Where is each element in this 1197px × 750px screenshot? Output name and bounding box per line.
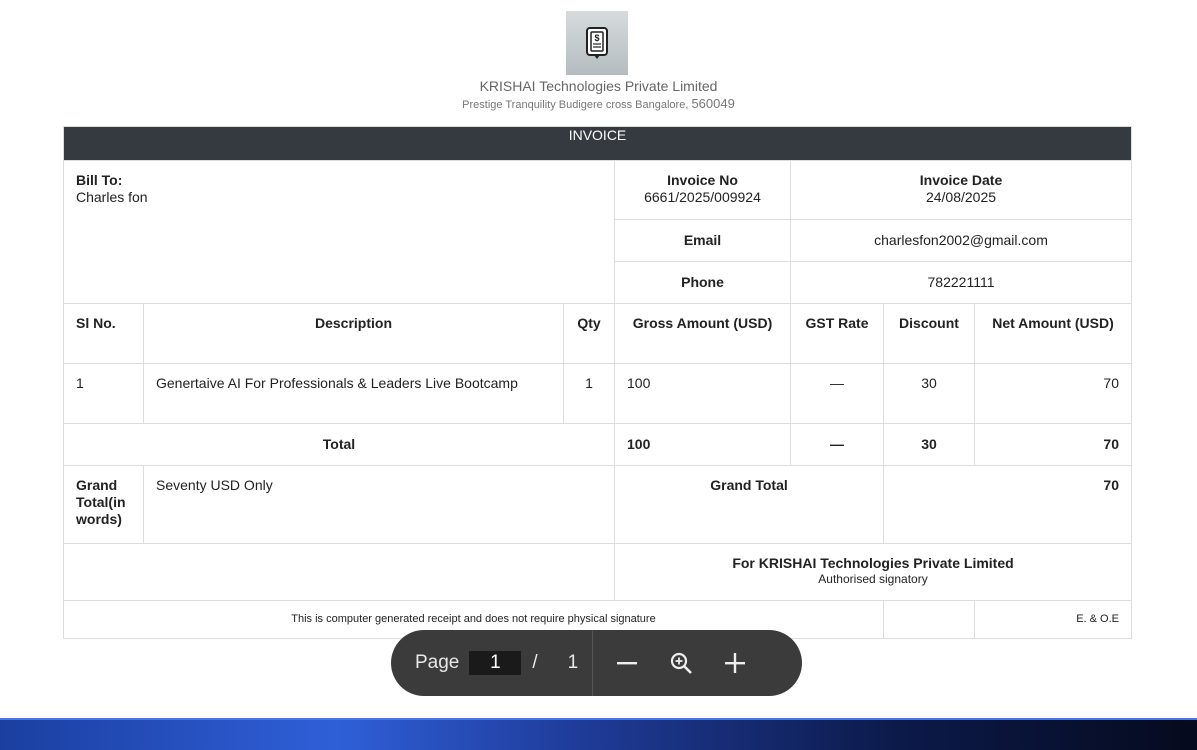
page-indicator: Page 1 / 1 — [391, 651, 592, 675]
phone-label: Phone — [614, 261, 791, 304]
col-header-gross-amount: Gross Amount (USD) — [614, 303, 791, 364]
totals-row: Total 100 — 30 70 — [63, 423, 1132, 466]
zoom-in-button[interactable] — [723, 651, 747, 675]
col-header-description: Description — [143, 303, 564, 364]
grand-total-row: Grand Total(in words) Seventy USD Only G… — [63, 465, 1132, 544]
grand-total-words: Seventy USD Only — [143, 465, 615, 544]
col-header-sl-no: Sl No. — [63, 303, 144, 364]
invoice-dollar-icon: $ — [586, 27, 608, 59]
invoice-heading: INVOICE — [63, 126, 1132, 161]
total-gst-rate: — — [790, 423, 884, 466]
company-name: KRISHAI Technologies Private Limited — [479, 78, 718, 94]
item-net-amount: 70 — [974, 363, 1132, 424]
pdf-toolbar: Page 1 / 1 — [391, 630, 802, 696]
invoice-no-label: Invoice No — [667, 172, 738, 188]
taskbar-edge — [0, 718, 1197, 720]
zoom-fit-button[interactable] — [669, 651, 693, 675]
invoice-no-value: 6661/2025/009924 — [644, 189, 761, 205]
bill-to-section: Bill To: Charles fon — [63, 160, 615, 304]
total-net-amount: 70 — [974, 423, 1132, 466]
col-header-discount: Discount — [883, 303, 975, 364]
bill-to-name: Charles fon — [76, 189, 148, 205]
invoice-date-cell: Invoice Date 24/08/2025 — [790, 160, 1132, 220]
footer-eoe: E. & O.E — [974, 600, 1132, 639]
zoom-icon — [670, 652, 692, 674]
item-qty: 1 — [563, 363, 615, 424]
item-gst-rate: — — [790, 363, 884, 424]
signatory-cell: For KRISHAI Technologies Private Limited… — [614, 543, 1132, 601]
signatory-title: Authorised signatory — [818, 572, 928, 586]
bill-to-label: Bill To: — [76, 172, 123, 188]
item-description: Genertaive AI For Professionals & Leader… — [143, 363, 564, 424]
minus-icon — [617, 662, 637, 665]
col-header-gst-rate: GST Rate — [790, 303, 884, 364]
total-discount: 30 — [883, 423, 975, 466]
company-address-text: Prestige Tranquility Budigere cross Bang… — [462, 99, 689, 111]
total-gross-amount: 100 — [614, 423, 791, 466]
grand-total-value: 70 — [883, 465, 1132, 544]
grand-total-label: Grand Total — [614, 465, 884, 544]
company-logo: $ — [566, 11, 628, 75]
invoice-date-value: 24/08/2025 — [925, 189, 997, 205]
grand-total-words-label: Grand Total(in words) — [63, 465, 144, 544]
total-pages: 1 — [567, 652, 579, 673]
total-label: Total — [63, 423, 615, 466]
company-pincode: 560049 — [691, 96, 735, 111]
signatory-row: For KRISHAI Technologies Private Limited… — [63, 543, 1132, 601]
item-gross-amount: 100 — [614, 363, 791, 424]
svg-text:$: $ — [594, 33, 599, 43]
signatory-company: For KRISHAI Technologies Private Limited — [732, 555, 1014, 571]
page-separator: / — [532, 652, 538, 673]
phone-value: 782221111 — [790, 261, 1132, 304]
os-taskbar — [0, 718, 1197, 750]
invoice-no-cell: Invoice No 6661/2025/009924 — [614, 160, 791, 220]
item-sl-no: 1 — [63, 363, 144, 424]
zoom-out-button[interactable] — [615, 651, 639, 675]
col-header-net-amount: Net Amount (USD) — [974, 303, 1132, 364]
plus-icon — [725, 653, 745, 673]
invoice-date-label: Invoice Date — [919, 172, 1003, 188]
page-label: Page — [415, 652, 460, 673]
item-discount: 30 — [883, 363, 975, 424]
email-value: charlesfon2002@gmail.com — [790, 219, 1132, 262]
table-row: 1 Genertaive AI For Professionals & Lead… — [63, 363, 1132, 424]
col-header-qty: Qty — [563, 303, 615, 364]
signatory-blank — [63, 543, 615, 601]
email-label: Email — [614, 219, 791, 262]
footer-blank — [883, 600, 975, 639]
company-address: Prestige Tranquility Budigere cross Bang… — [0, 96, 1197, 111]
page-number-input[interactable]: 1 — [469, 651, 522, 675]
invoice-table: INVOICE Bill To: Charles fon Invoice No … — [63, 126, 1132, 639]
